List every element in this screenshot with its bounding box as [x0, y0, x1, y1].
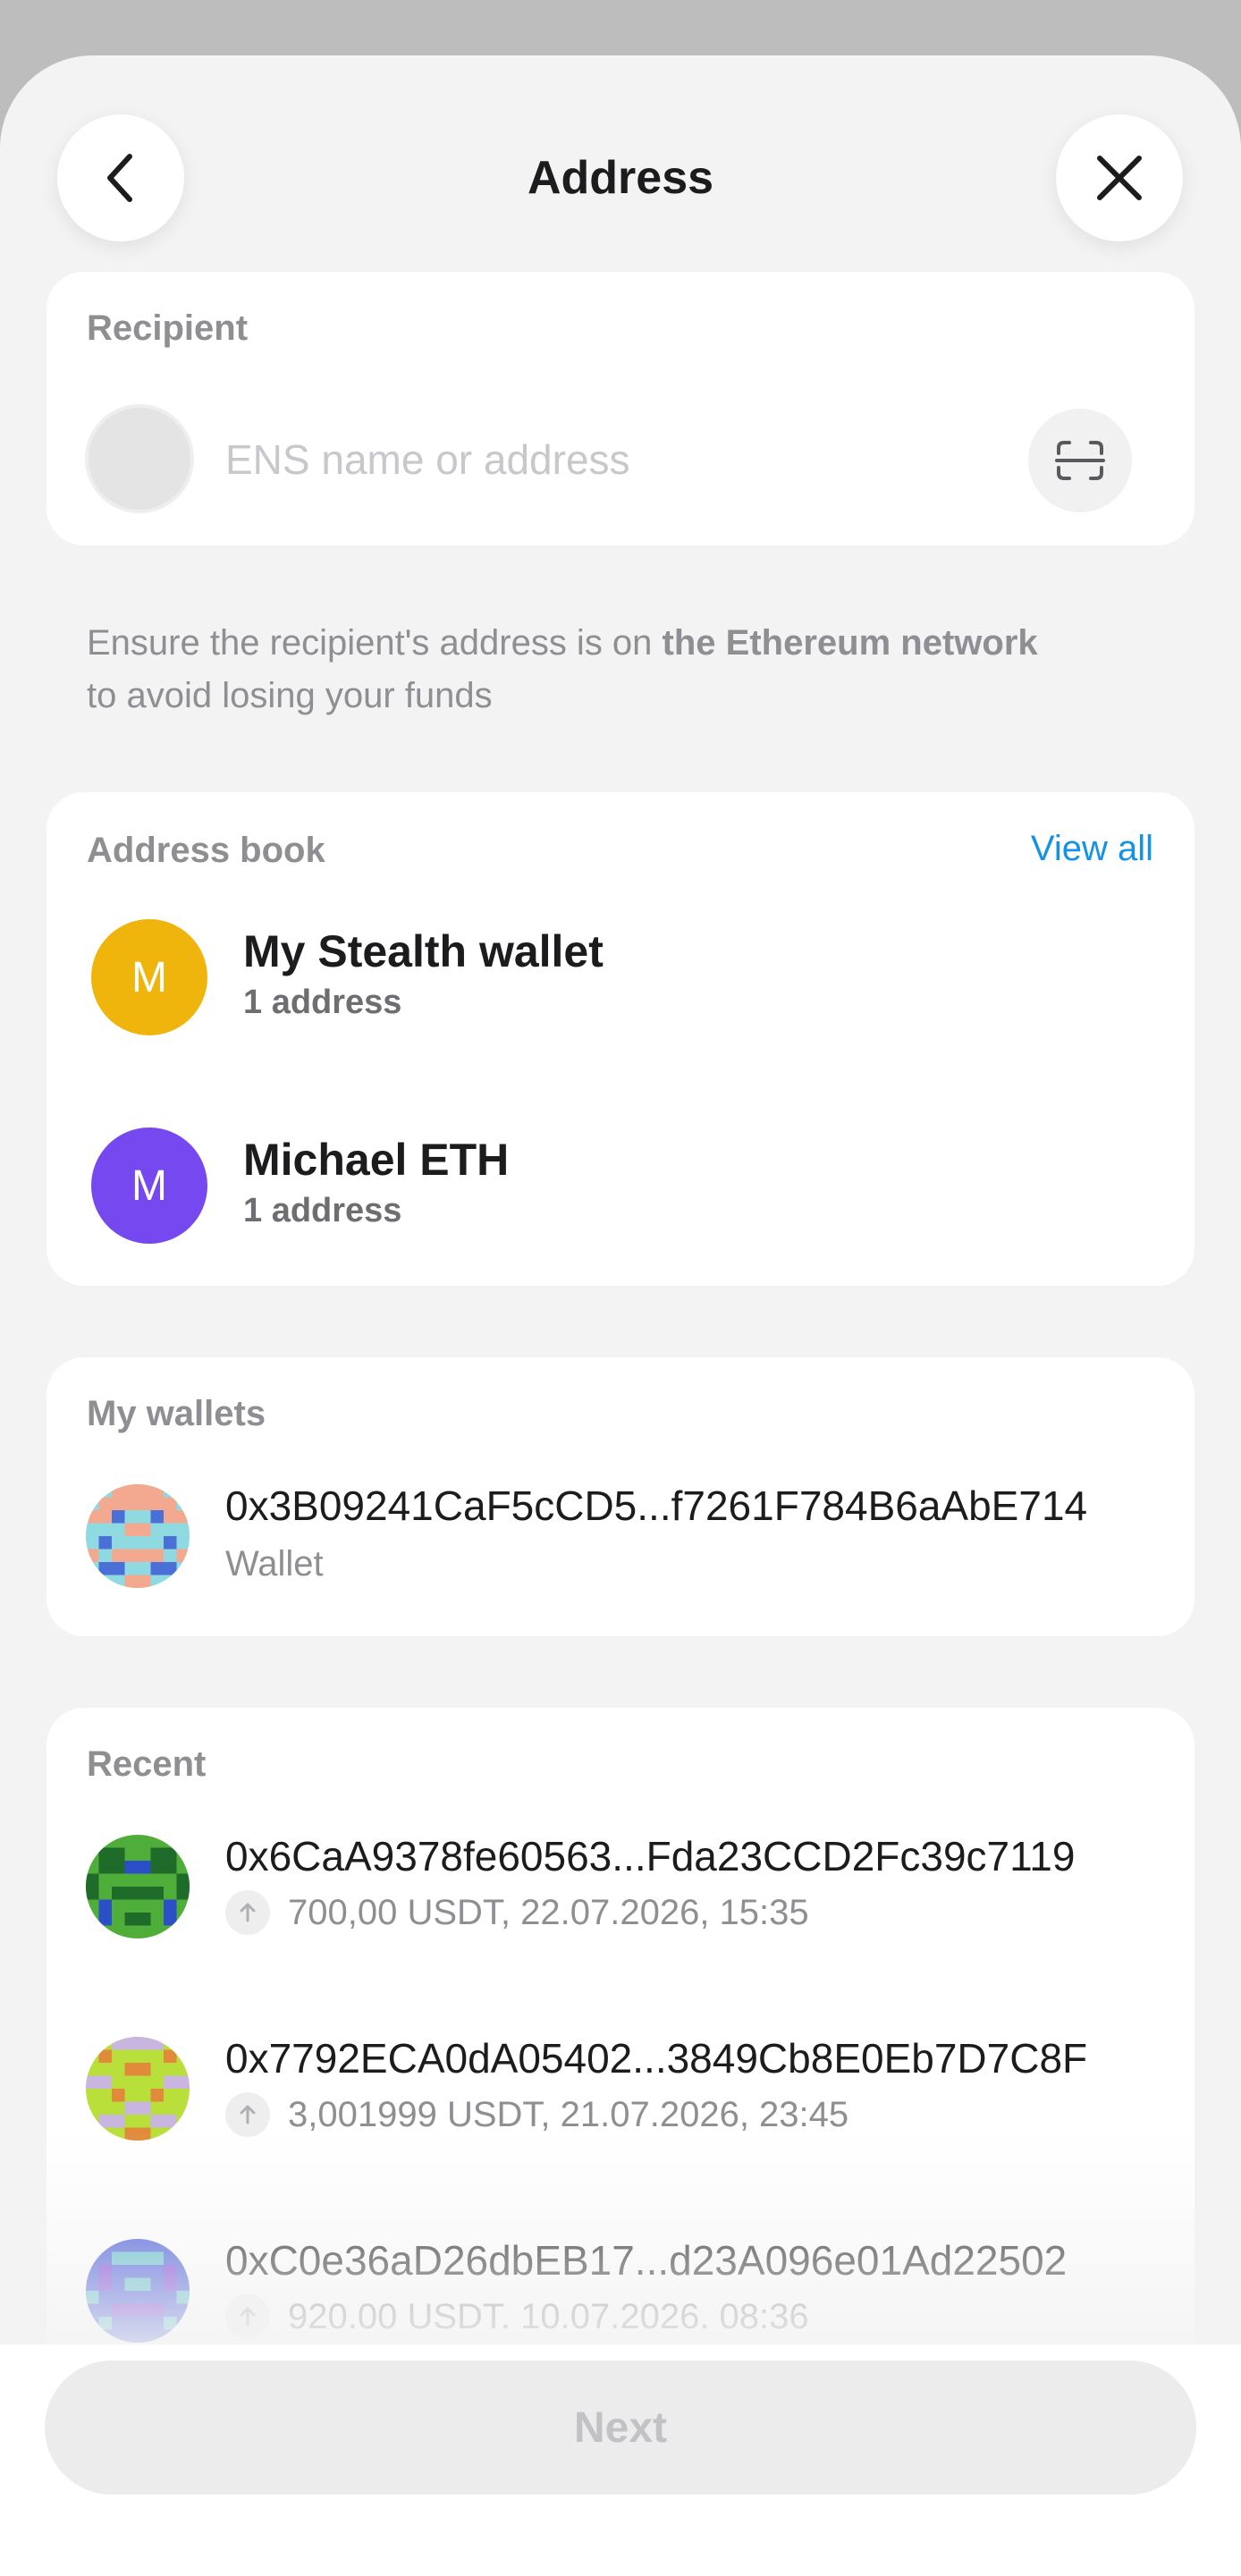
contact-address-count: 1 address [243, 984, 402, 1021]
recent-address: 0xC0e36aD26dbEB17...d23A096e01Ad22502 [225, 2237, 1068, 2284]
recipient-label: Recipient [87, 308, 249, 348]
recent-identicon [86, 1835, 190, 1938]
recent-detail: 3,001999 USDT, 21.07.2026, 23:45 [288, 2095, 849, 2134]
recent-detail: 920.00 USDT. 10.07.2026. 08:36 [288, 2297, 809, 2336]
address-book-card: Address book View all M My Stealth walle… [46, 792, 1195, 1286]
recent-row[interactable]: 0xC0e36aD26dbEB17...d23A096e01Ad22502 92… [46, 2212, 1195, 2364]
scan-button[interactable] [1028, 409, 1132, 512]
recent-address: 0x7792ECA0dA05402...3849Cb8E0Eb7D7C8F [225, 2035, 1088, 2082]
my-wallets-label: My wallets [87, 1394, 266, 1433]
scan-icon [1055, 441, 1105, 480]
notice-text-after: to avoid losing your funds [87, 676, 493, 715]
wallet-address: 0x3B09241CaF5cCD5...f7261F784B6aAbE714 [225, 1482, 1088, 1529]
arrow-up-icon [225, 2092, 270, 2137]
chevron-left-icon [107, 154, 132, 202]
contact-row[interactable]: M Michael ETH 1 address [46, 1099, 1195, 1278]
view-all-link[interactable]: View all [1031, 826, 1153, 871]
contact-avatar: M [91, 919, 207, 1035]
recent-detail-line: 920.00 USDT. 10.07.2026. 08:36 [225, 2294, 809, 2339]
my-wallets-card: My wallets 0x3B09241CaF5cCD5...f7261F784… [46, 1357, 1195, 1636]
recent-identicon [86, 2239, 190, 2343]
recipient-avatar [85, 404, 194, 513]
notice-text-before: Ensure the recipient's address is on [87, 623, 663, 663]
recent-detail-line: 700,00 USDT, 22.07.2026, 15:35 [225, 1890, 809, 1935]
wallet-label: Wallet [225, 1544, 324, 1584]
close-button[interactable] [1056, 114, 1183, 241]
recipient-address-input[interactable] [225, 424, 958, 495]
recent-row[interactable]: 0x6CaA9378fe60563...Fda23CCD2Fc39c7119 7… [46, 1808, 1195, 1960]
network-notice: Ensure the recipient's address is on the… [87, 617, 1178, 722]
bottom-bar: Next [0, 2344, 1241, 2576]
notice-network: the Ethereum network [662, 623, 1038, 663]
recent-address: 0x6CaA9378fe60563...Fda23CCD2Fc39c7119 [225, 1833, 1076, 1879]
recent-row[interactable]: 0x7792ECA0dA05402...3849Cb8E0Eb7D7C8F 3,… [46, 2010, 1195, 2162]
recent-label: Recent [87, 1744, 207, 1784]
address-book-label: Address book [87, 831, 325, 870]
contact-name: Michael ETH [243, 1135, 510, 1185]
recent-identicon [86, 2037, 190, 2141]
contact-address-count: 1 address [243, 1192, 402, 1229]
page-title: Address [527, 152, 714, 204]
contact-avatar: M [91, 1128, 207, 1244]
back-button[interactable] [57, 114, 184, 241]
next-button[interactable]: Next [45, 2361, 1196, 2495]
recipient-card: Recipient [46, 272, 1195, 545]
arrow-up-icon [225, 1890, 270, 1935]
contact-name: My Stealth wallet [243, 926, 604, 976]
contact-row[interactable]: M My Stealth wallet 1 address [46, 891, 1195, 1069]
arrow-up-icon [225, 2294, 270, 2339]
recent-detail: 700,00 USDT, 22.07.2026, 15:35 [288, 1893, 809, 1932]
wallet-identicon [86, 1484, 190, 1588]
close-icon [1097, 156, 1142, 200]
address-sheet: Address Recipient Ensure the recipient's… [0, 55, 1241, 2576]
recent-detail-line: 3,001999 USDT, 21.07.2026, 23:45 [225, 2092, 848, 2137]
wallet-row[interactable]: 0x3B09241CaF5cCD5...f7261F784B6aAbE714 W… [46, 1457, 1195, 1609]
